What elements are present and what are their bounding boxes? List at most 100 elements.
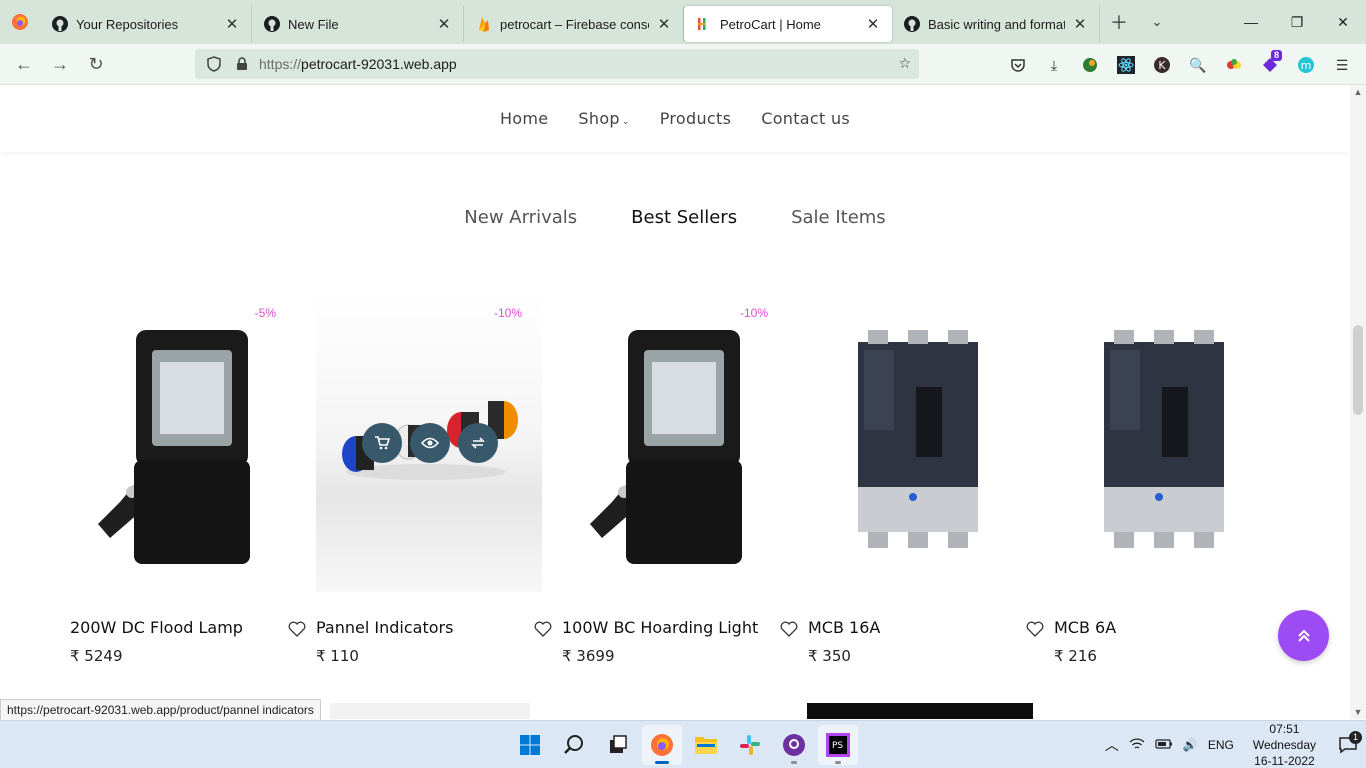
magnifier-extension-icon[interactable]: 🔍 (1180, 50, 1216, 80)
taskbar-firefox[interactable] (642, 725, 682, 765)
chevron-up-icon[interactable]: ︿ (1100, 735, 1124, 755)
purple-extension-icon[interactable]: 8 (1252, 50, 1288, 80)
search-button[interactable] (554, 725, 594, 765)
tab-your-repositories[interactable]: Your Repositories ✕ (40, 6, 252, 42)
back-button[interactable]: ← (6, 46, 42, 82)
minimize-button[interactable]: — (1228, 0, 1274, 44)
restore-button[interactable]: ❐ (1274, 0, 1320, 44)
quick-view-eye-icon[interactable] (410, 423, 450, 463)
tab-new-arrivals[interactable]: New Arrivals (464, 207, 577, 228)
start-button[interactable] (510, 725, 550, 765)
close-icon[interactable]: ✕ (1071, 15, 1089, 33)
heart-icon[interactable] (778, 618, 800, 640)
nav-shop-link[interactable]: Shop ⌄ (578, 109, 629, 128)
nav-home-link[interactable]: Home (500, 109, 548, 128)
wifi-icon[interactable] (1124, 737, 1150, 754)
product-image-mcb[interactable] (1054, 292, 1280, 592)
bookmark-star-icon[interactable]: ☆ (898, 55, 911, 72)
clock[interactable]: 07:51 Wednesday 16-11-2022 (1239, 721, 1330, 768)
product-card[interactable]: -10% Pannel Indicators ₹ 110 (316, 292, 552, 665)
tab-sale-items[interactable]: Sale Items (791, 207, 886, 228)
close-icon: ✕ (1337, 13, 1349, 30)
product-name[interactable]: Pannel Indicators (316, 618, 542, 637)
product-image-panel-indicators[interactable]: -10% (316, 292, 542, 592)
tab-best-sellers[interactable]: Best Sellers (631, 207, 737, 228)
close-window-button[interactable]: ✕ (1320, 0, 1366, 44)
hamburger-menu-icon[interactable]: ☰ (1324, 50, 1360, 80)
compare-icon[interactable] (458, 423, 498, 463)
heart-icon[interactable] (286, 618, 308, 640)
product-price: ₹ 3699 (562, 647, 615, 665)
scroll-down-arrow-icon[interactable]: ▼ (1350, 707, 1366, 717)
scrollbar-thumb[interactable] (1353, 325, 1363, 415)
tab-basic-writing[interactable]: Basic writing and formatting ✕ (892, 6, 1100, 42)
language-indicator[interactable]: ENG (1203, 738, 1239, 752)
product-card[interactable]: -10% 100W BC Hoarding Light ₹ 3699 (562, 292, 798, 665)
heart-icon[interactable] (1024, 618, 1046, 640)
petrocart-icon (696, 16, 712, 32)
product-image-flood-lamp[interactable]: -10% (562, 292, 788, 592)
battery-icon[interactable] (1150, 738, 1178, 753)
close-icon[interactable]: ✕ (655, 15, 673, 33)
nav-products-link[interactable]: Products (660, 109, 732, 128)
product-price: ₹ 5249 (70, 647, 123, 665)
product-image-partial (807, 703, 1033, 719)
github-icon (264, 16, 280, 32)
task-view-icon (610, 735, 627, 753)
task-view-button[interactable] (598, 725, 638, 765)
product-image-mcb[interactable] (808, 292, 1034, 592)
taskbar-slack[interactable] (730, 725, 770, 765)
taskbar-github-desktop[interactable] (774, 725, 814, 765)
url-scheme: https:// (259, 56, 302, 72)
scroll-up-arrow-icon[interactable]: ▲ (1350, 87, 1366, 97)
list-all-tabs-button[interactable]: ⌄ (1138, 0, 1176, 44)
forward-button[interactable]: → (42, 46, 78, 82)
taskbar-phpstorm[interactable]: PS (818, 725, 858, 765)
product-name[interactable]: MCB 16A (808, 618, 1034, 637)
add-to-cart-icon[interactable] (362, 423, 402, 463)
new-tab-button[interactable]: ＋ (1100, 0, 1138, 44)
product-name[interactable]: MCB 6A (1054, 618, 1280, 637)
discount-badge: -10% (493, 306, 522, 320)
volume-icon[interactable]: 🔊 (1178, 738, 1203, 752)
product-image-flood-lamp[interactable]: -5% (70, 292, 296, 592)
m-extension-icon[interactable]: m (1288, 50, 1324, 80)
product-price: ₹ 350 (808, 647, 851, 665)
pocket-icon[interactable] (1000, 50, 1036, 80)
scroll-to-top-button[interactable] (1278, 610, 1329, 661)
url-bar[interactable]: https://petrocart-92031.web.app ☆ (195, 49, 919, 79)
clock-time: 07:51 (1269, 722, 1300, 736)
running-indicator (835, 761, 841, 764)
github-icon (904, 16, 920, 32)
extension-badge: 8 (1270, 50, 1282, 61)
react-devtools-icon[interactable] (1108, 50, 1144, 80)
heart-icon[interactable] (532, 618, 554, 640)
slack-icon (740, 735, 760, 755)
close-icon[interactable]: ✕ (435, 15, 453, 33)
arrow-left-icon: ← (15, 53, 33, 74)
colorful-extension-icon[interactable] (1216, 50, 1252, 80)
product-card[interactable]: MCB 6A ₹ 216 (1054, 292, 1280, 665)
product-name[interactable]: 100W BC Hoarding Light (562, 618, 788, 637)
product-price: ₹ 110 (316, 647, 359, 665)
download-icon[interactable]: ⤓ (1036, 50, 1072, 80)
reload-button[interactable]: ↻ (78, 46, 114, 82)
tab-firebase-console[interactable]: petrocart – Firebase console ✕ (464, 6, 684, 42)
tab-petrocart-home[interactable]: PetroCart | Home ✕ (684, 6, 892, 42)
k-extension-icon[interactable]: K (1144, 50, 1180, 80)
tab-new-file[interactable]: New File ✕ (252, 6, 464, 42)
close-icon[interactable]: ✕ (223, 15, 241, 33)
product-name[interactable]: 200W DC Flood Lamp (70, 618, 296, 637)
notification-center-button[interactable]: 1 (1330, 731, 1366, 754)
firefox-view-button[interactable] (0, 0, 40, 44)
plus-icon: ＋ (1110, 13, 1128, 33)
product-card[interactable]: MCB 16A ₹ 350 (808, 292, 1044, 665)
extension-globe-icon[interactable] (1072, 50, 1108, 80)
search-icon (564, 735, 583, 754)
product-card[interactable]: -5% 200W DC Flood Lamp ₹ 5249 (70, 292, 306, 665)
taskbar-file-explorer[interactable] (686, 725, 726, 765)
nav-contact-link[interactable]: Contact us (761, 109, 850, 128)
vertical-scrollbar[interactable]: ▲ ▼ (1350, 85, 1366, 719)
firebase-icon (476, 16, 492, 32)
close-icon[interactable]: ✕ (864, 15, 882, 33)
